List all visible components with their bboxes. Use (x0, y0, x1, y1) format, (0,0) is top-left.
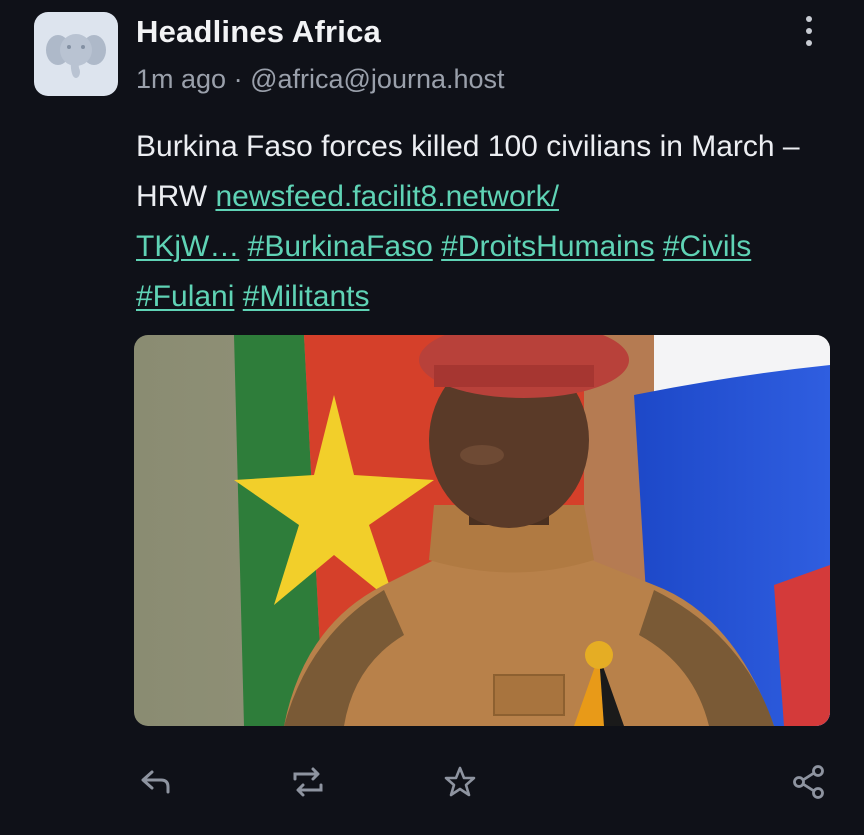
share-button[interactable] (785, 758, 833, 806)
post-content: Burkina Faso forces killed 100 civilians… (136, 122, 836, 322)
share-icon (793, 765, 824, 799)
more-options-icon[interactable] (796, 14, 822, 48)
author-name[interactable]: Headlines Africa (136, 14, 381, 50)
media-attachment[interactable] (134, 335, 830, 726)
hashtag-civils[interactable]: #Civils (663, 230, 751, 263)
reply-button[interactable] (132, 758, 180, 806)
status-post: Headlines Africa 1m ago · @africa@journa… (0, 0, 864, 835)
meta-separator: · (233, 64, 243, 94)
elephant-icon (46, 34, 106, 78)
boost-icon (293, 767, 323, 797)
avatar[interactable] (34, 12, 118, 96)
hashtag-droitshumains[interactable]: #DroitsHumains (441, 230, 654, 263)
hashtag-militants[interactable]: #Militants (243, 280, 370, 313)
favourite-button[interactable] (436, 758, 484, 806)
post-link-line2: TKjW… (136, 230, 240, 263)
post-time[interactable]: 1m ago (136, 64, 226, 94)
post-meta: 1m ago · @africa@journa.host (136, 64, 505, 95)
reply-icon (141, 770, 170, 794)
post-link-line1: newsfeed.facilit8.network/ (215, 180, 559, 213)
author-handle[interactable]: @africa@journa.host (250, 64, 504, 94)
boost-button[interactable] (284, 758, 332, 806)
star-icon (444, 766, 476, 797)
hashtag-burkinafaso[interactable]: #BurkinaFaso (248, 230, 433, 263)
hashtag-fulani[interactable]: #Fulani (136, 280, 234, 313)
media-photo (134, 335, 830, 726)
